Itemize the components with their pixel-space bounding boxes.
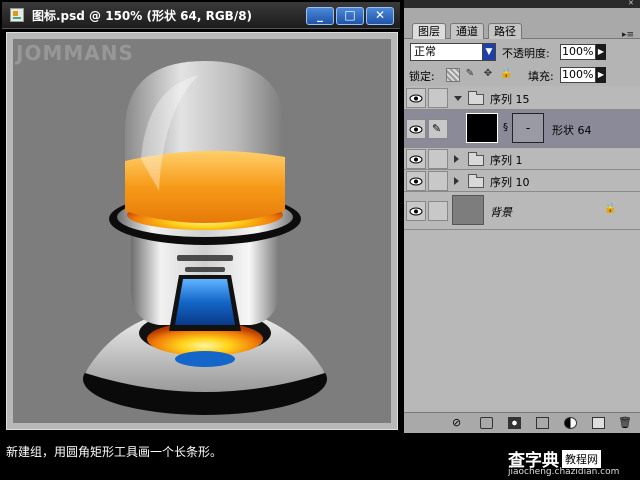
opacity-slider-arrow-icon[interactable]: ▶: [596, 44, 606, 60]
lock-fill-row: 锁定: ✎ ✥ 🔒 填充: 100% ▶: [404, 64, 640, 87]
lock-label: 锁定:: [409, 70, 435, 83]
brush-icon: ✎: [432, 122, 442, 135]
layer-row-shape-64[interactable]: ✎ § - 形状 64: [404, 110, 640, 148]
layer-name: 背景: [490, 206, 512, 219]
lock-icon: 🔒: [604, 203, 617, 214]
layers-list: 序列 15 ✎ § - 形状 64 序列 1 序列 10 背景 🔒: [404, 86, 640, 412]
document-window: 图标.psd @ 150% (形状 64, RGB/8) _ □ ✕ JOMMA…: [0, 0, 402, 432]
robot-icon-artwork: [83, 61, 327, 415]
new-layer-icon[interactable]: [592, 417, 605, 429]
layer-link-box[interactable]: [428, 149, 448, 169]
layer-row-group-1[interactable]: 序列 1: [404, 148, 640, 170]
blend-mode-dropdown-icon[interactable]: ▼: [482, 43, 496, 61]
layers-panel: ✕ 图层 通道 路径 ▸≡ 正常 ▼ 不透明度: 100% ▶ 锁定: ✎ ✥ …: [404, 0, 640, 433]
layer-thumbnail[interactable]: [452, 195, 484, 225]
new-group-folder-icon[interactable]: [536, 417, 549, 429]
chain-link-icon[interactable]: §: [503, 122, 508, 133]
collapse-triangle-icon[interactable]: [454, 155, 459, 163]
lock-image-brush-icon[interactable]: ✎: [464, 68, 476, 80]
fill-slider-arrow-icon[interactable]: ▶: [596, 67, 606, 83]
blend-opacity-row: 正常 ▼ 不透明度: 100% ▶: [404, 40, 640, 64]
layer-thumbnail[interactable]: [466, 113, 498, 143]
panel-titlebar[interactable]: ✕: [404, 0, 640, 8]
panel-tabs: 图层 通道 路径 ▸≡: [404, 8, 640, 40]
folder-icon: [468, 91, 484, 105]
canvas-frame: JOMMANS: [6, 32, 398, 430]
tab-layers[interactable]: 图层: [412, 23, 446, 39]
eye-visibility-icon[interactable]: [406, 201, 426, 221]
vector-mask-thumbnail[interactable]: -: [512, 113, 544, 143]
lock-position-move-icon[interactable]: ✥: [482, 68, 494, 80]
site-url: jiaocheng.chazidian.com: [508, 467, 620, 477]
layer-link-box[interactable]: [428, 171, 448, 191]
trash-delete-icon[interactable]: 🗑: [618, 417, 632, 429]
folder-icon: [468, 152, 484, 166]
caption-text: 新建组，用圆角矩形工具画一个长条形。: [6, 445, 223, 459]
minimize-button[interactable]: _: [306, 7, 334, 25]
canvas[interactable]: JOMMANS: [13, 39, 391, 423]
lock-all-icon[interactable]: 🔒: [500, 68, 512, 80]
layer-style-fx-icon[interactable]: [480, 417, 493, 429]
panel-bottom-toolbar: ⊘ 🗑: [404, 412, 640, 433]
opacity-label: 不透明度:: [502, 47, 550, 60]
tab-channels[interactable]: 通道: [450, 23, 484, 39]
link-layers-icon[interactable]: ⊘: [452, 417, 465, 429]
expand-triangle-icon[interactable]: [454, 96, 462, 101]
document-title: 图标.psd @ 150% (形状 64, RGB/8): [32, 9, 253, 23]
add-mask-icon[interactable]: [508, 417, 521, 429]
fill-field[interactable]: 100%: [560, 67, 596, 83]
eye-visibility-icon[interactable]: [406, 119, 426, 139]
maximize-button[interactable]: □: [336, 7, 364, 25]
panel-menu-icon[interactable]: ▸≡: [622, 30, 634, 40]
layer-link-box[interactable]: [428, 201, 448, 221]
layer-row-group-10[interactable]: 序列 10: [404, 170, 640, 192]
collapse-triangle-icon[interactable]: [454, 177, 459, 185]
site-logo-box: 教程网: [562, 450, 601, 468]
lock-transparent-icon[interactable]: [446, 68, 460, 82]
layer-row-background[interactable]: 背景 🔒: [404, 192, 640, 230]
layer-name: 序列 10: [490, 176, 530, 189]
tab-paths[interactable]: 路径: [488, 23, 522, 39]
layer-name: 序列 15: [490, 93, 530, 106]
psd-file-icon: [10, 8, 24, 22]
eye-visibility-icon[interactable]: [406, 88, 426, 108]
layer-link-box[interactable]: [428, 88, 448, 108]
panel-close-icon[interactable]: ✕: [628, 0, 638, 7]
adjustment-layer-icon[interactable]: [564, 417, 577, 429]
fill-label: 填充:: [528, 70, 554, 83]
eye-visibility-icon[interactable]: [406, 149, 426, 169]
folder-icon: [468, 174, 484, 188]
close-button[interactable]: ✕: [366, 7, 394, 25]
layer-name: 序列 1: [490, 154, 523, 167]
opacity-field[interactable]: 100%: [560, 44, 596, 60]
layer-row-group-15[interactable]: 序列 15: [404, 86, 640, 110]
document-titlebar[interactable]: 图标.psd @ 150% (形状 64, RGB/8) _ □ ✕: [2, 2, 400, 29]
layer-name: 形状 64: [552, 124, 592, 137]
eye-visibility-icon[interactable]: [406, 171, 426, 191]
